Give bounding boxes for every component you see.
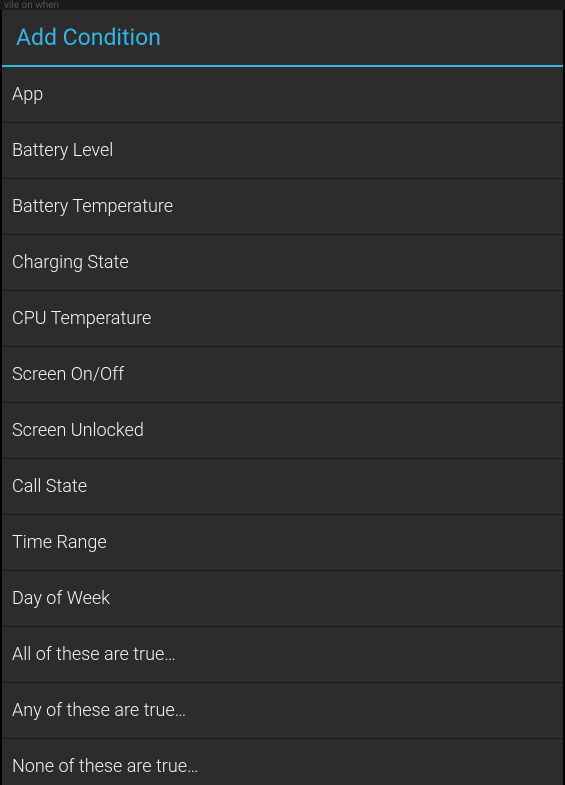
list-item-label: All of these are true… — [12, 644, 176, 665]
condition-item-battery-temperature[interactable]: Battery Temperature — [2, 179, 563, 235]
condition-item-cpu-temperature[interactable]: CPU Temperature — [2, 291, 563, 347]
condition-item-screen-on-off[interactable]: Screen On/Off — [2, 347, 563, 403]
dialog-title: Add Condition — [16, 24, 549, 51]
condition-item-none-true[interactable]: None of these are true… — [2, 739, 563, 785]
list-item-label: Charging State — [12, 252, 129, 273]
list-item-label: Any of these are true… — [12, 700, 186, 721]
list-item-label: Battery Temperature — [12, 196, 173, 217]
condition-item-call-state[interactable]: Call State — [2, 459, 563, 515]
condition-item-day-of-week[interactable]: Day of Week — [2, 571, 563, 627]
condition-item-all-true[interactable]: All of these are true… — [2, 627, 563, 683]
list-item-label: CPU Temperature — [12, 308, 151, 329]
condition-list[interactable]: App Battery Level Battery Temperature Ch… — [2, 67, 563, 785]
add-condition-dialog: Add Condition App Battery Level Battery … — [2, 10, 563, 785]
condition-item-any-true[interactable]: Any of these are true… — [2, 683, 563, 739]
condition-item-charging-state[interactable]: Charging State — [2, 235, 563, 291]
list-item-label: Screen On/Off — [12, 364, 124, 385]
list-item-label: App — [12, 84, 43, 105]
list-item-label: Call State — [12, 476, 87, 497]
background-text: vile on when — [4, 0, 59, 10]
dialog-header: Add Condition — [2, 10, 563, 67]
list-item-label: Day of Week — [12, 588, 110, 609]
condition-item-screen-unlocked[interactable]: Screen Unlocked — [2, 403, 563, 459]
condition-item-app[interactable]: App — [2, 67, 563, 123]
condition-item-battery-level[interactable]: Battery Level — [2, 123, 563, 179]
list-item-label: Battery Level — [12, 140, 113, 161]
background-window: vile on when — [0, 0, 565, 10]
condition-item-time-range[interactable]: Time Range — [2, 515, 563, 571]
list-item-label: Screen Unlocked — [12, 420, 144, 441]
list-item-label: Time Range — [12, 532, 107, 553]
list-item-label: None of these are true… — [12, 756, 199, 777]
